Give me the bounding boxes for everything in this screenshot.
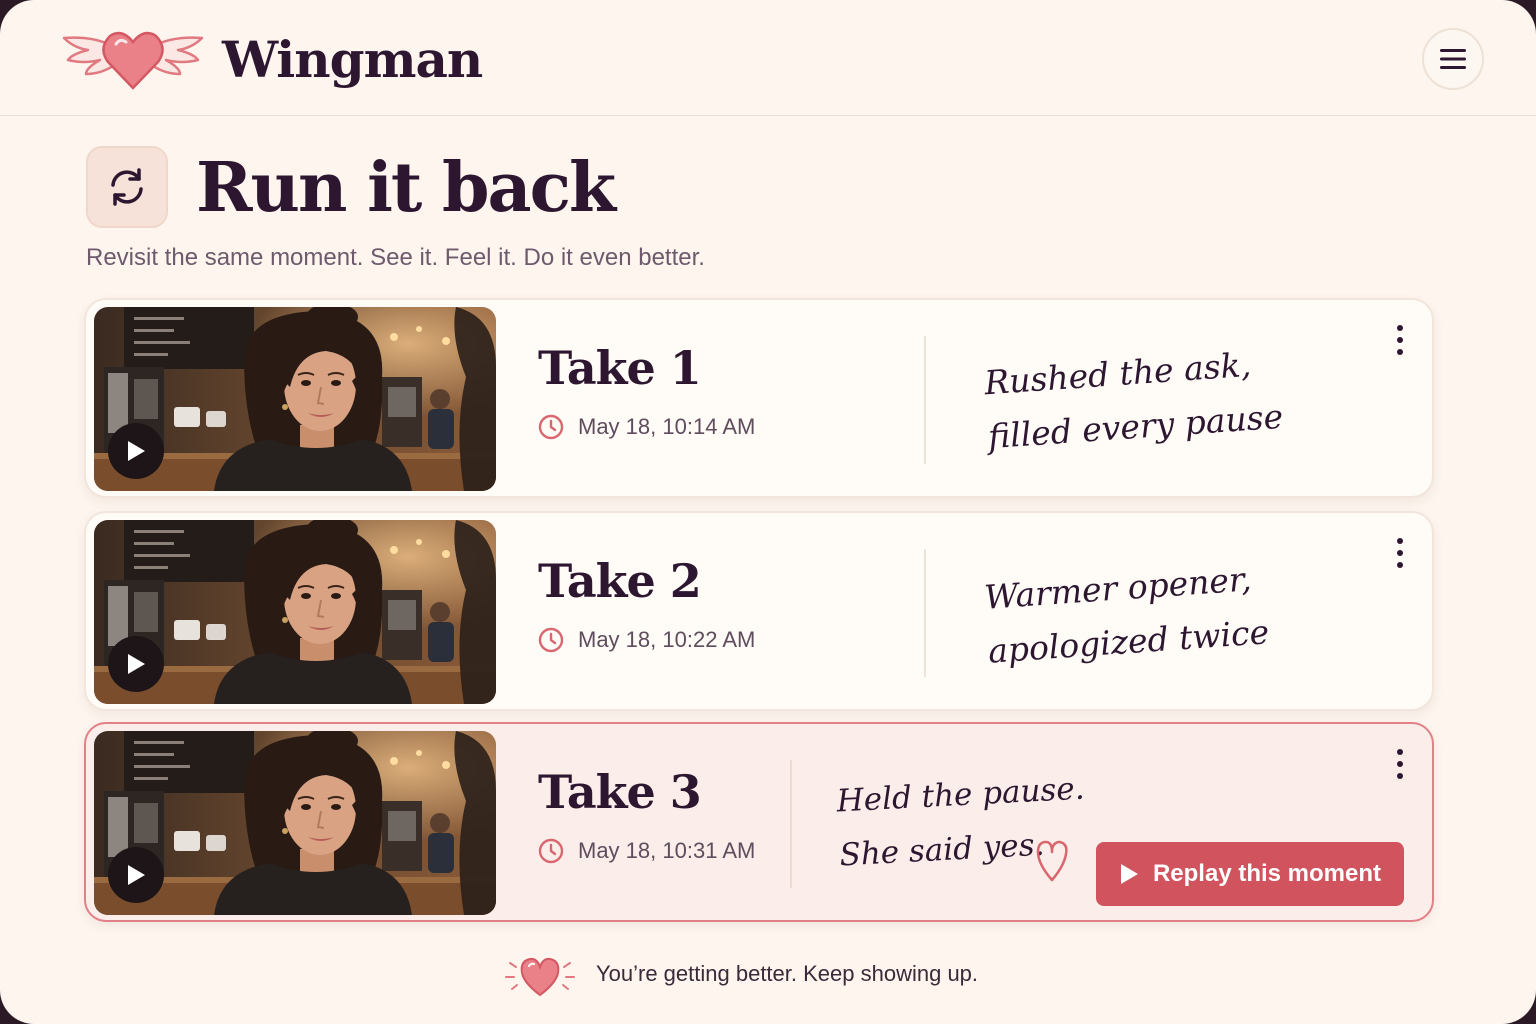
take-note: Warmer opener, apologized twice <box>983 551 1271 678</box>
take-time: May 18, 10:22 AM <box>578 627 756 652</box>
page-title: Run it back <box>196 148 616 228</box>
replay-moment-button[interactable]: Replay this moment <box>1096 842 1404 906</box>
take-title: Take 3 <box>538 765 702 819</box>
encouragement-footer: You’re getting better. Keep showing up. <box>502 952 979 997</box>
take-card-1[interactable]: Take 1 May 18, 10:14 AM Rushed the ask, … <box>84 298 1434 498</box>
divider <box>790 760 792 888</box>
play-icon <box>128 654 145 674</box>
take-timestamp: May 18, 10:31 AM <box>538 836 755 866</box>
top-bar: Wingman <box>0 0 1536 116</box>
take-timestamp: May 18, 10:14 AM <box>538 412 755 442</box>
play-button[interactable] <box>108 847 164 903</box>
play-icon <box>128 865 145 885</box>
heart-doodle-icon <box>1036 840 1068 882</box>
take-card-3[interactable]: Take 3 May 18, 10:31 AM Held the pause. … <box>84 722 1434 922</box>
take-card-2[interactable]: Take 2 May 18, 10:22 AM Warmer opener, a… <box>84 511 1434 711</box>
clock-icon <box>538 838 564 864</box>
play-icon <box>128 441 145 461</box>
play-button[interactable] <box>108 636 164 692</box>
video-thumbnail[interactable] <box>94 520 496 704</box>
refresh-icon <box>111 168 143 206</box>
take-time: May 18, 10:14 AM <box>578 414 756 439</box>
menu-button[interactable] <box>1422 28 1484 90</box>
winged-heart-icon[interactable] <box>60 28 206 92</box>
more-options-icon[interactable] <box>1386 320 1414 360</box>
video-thumbnail[interactable] <box>94 307 496 491</box>
clock-icon <box>538 414 564 440</box>
take-timestamp: May 18, 10:22 AM <box>538 625 755 655</box>
take-title: Take 2 <box>538 554 702 608</box>
play-button[interactable] <box>108 423 164 479</box>
take-time: May 18, 10:31 AM <box>578 838 756 863</box>
footer-text: You’re getting better. Keep showing up. <box>596 961 979 986</box>
take-title: Take 1 <box>538 341 702 395</box>
hamburger-icon <box>1440 49 1466 69</box>
more-options-icon[interactable] <box>1386 744 1414 784</box>
clock-icon <box>538 627 564 653</box>
play-icon <box>1120 864 1138 884</box>
divider <box>924 549 926 677</box>
refresh-icon-box <box>86 146 168 228</box>
heart-sparkle-icon <box>505 957 575 997</box>
brand-name: Wingman <box>222 30 483 89</box>
take-note: Rushed the ask, filled every pause <box>983 336 1285 464</box>
app-window: Wingman Run it back Revisit the same mom… <box>0 0 1536 1024</box>
video-thumbnail[interactable] <box>94 731 496 915</box>
more-options-icon[interactable] <box>1386 533 1414 573</box>
page-subtitle: Revisit the same moment. See it. Feel it… <box>86 244 705 271</box>
divider <box>924 336 926 464</box>
replay-moment-label: Replay this moment <box>1152 860 1382 887</box>
